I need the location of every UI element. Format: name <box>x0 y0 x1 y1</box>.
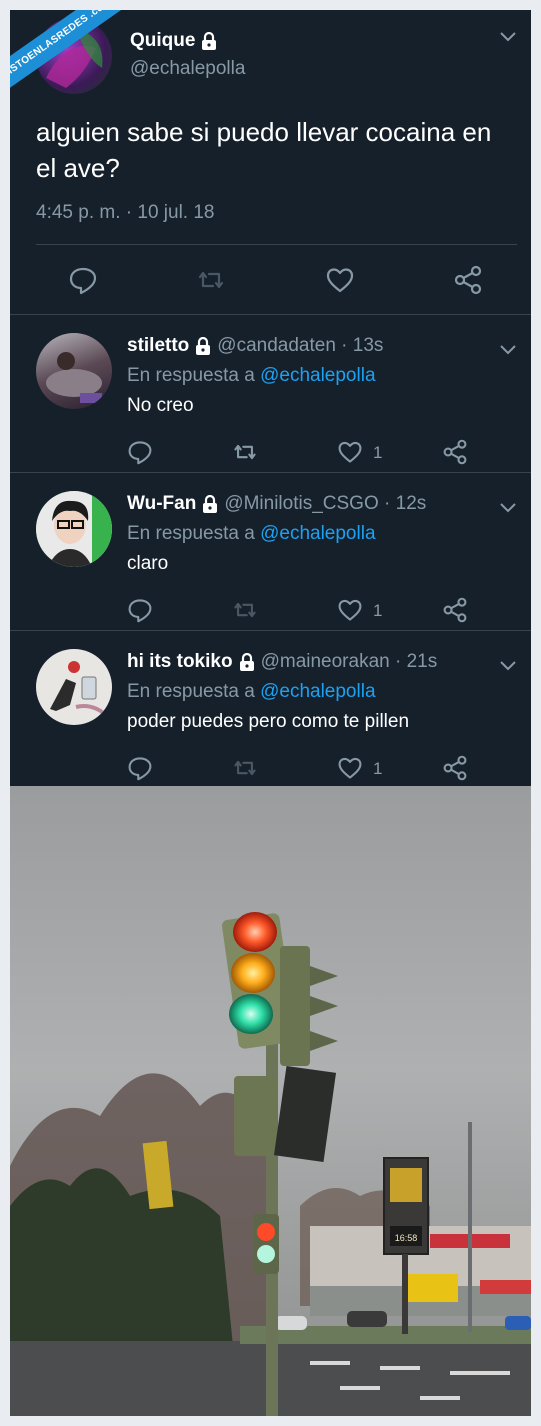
reply-text: claro <box>127 553 169 574</box>
mention-link[interactable]: @echalepolla <box>260 681 375 702</box>
in-reply-to: En respuesta a @echalepolla <box>127 365 376 387</box>
reply-icon[interactable] <box>127 597 153 623</box>
in-reply-prefix: En respuesta a <box>127 681 255 702</box>
retweet-icon[interactable] <box>232 597 258 623</box>
reply-text: No creo <box>127 395 194 416</box>
avatar[interactable] <box>36 649 112 725</box>
tweet-text: alguien sabe si puedo llevar cocaina en … <box>36 117 492 183</box>
avatar-image <box>36 491 112 567</box>
reply-header: stiletto @candadaten · 13s <box>127 335 383 357</box>
retweet-icon[interactable] <box>196 265 226 295</box>
display-name[interactable]: Wu-Fan <box>127 493 196 514</box>
in-reply-prefix: En respuesta a <box>127 523 255 544</box>
tweet-timestamp[interactable]: 4:45 p. m. · 10 jul. 18 <box>36 202 215 224</box>
display-name[interactable]: stiletto <box>127 335 189 356</box>
retweet-icon[interactable] <box>232 755 258 781</box>
in-reply-prefix: En respuesta a <box>127 365 255 386</box>
display-name[interactable]: Quique <box>130 30 217 52</box>
avatar[interactable] <box>36 333 112 409</box>
chevron-down-icon[interactable] <box>500 32 516 42</box>
in-reply-to: En respuesta a @echalepolla <box>127 681 376 703</box>
like-count: 1 <box>373 601 383 620</box>
reply-tweet: stiletto @candadaten · 13s En respuesta a… <box>10 315 531 472</box>
chevron-down-icon[interactable] <box>500 503 516 513</box>
user-handle[interactable]: @echalepolla <box>130 58 245 80</box>
like-count: 1 <box>373 759 383 778</box>
in-reply-to: En respuesta a @echalepolla <box>127 523 376 545</box>
chevron-down-icon[interactable] <box>500 345 516 355</box>
main-tweet: Quique @echalepolla alguien sabe si pued… <box>10 10 531 315</box>
reply-icon[interactable] <box>127 755 153 781</box>
lock-icon <box>202 31 217 50</box>
user-handle[interactable]: @Minilotis_CSGO · 12s <box>224 493 426 514</box>
like-count: 1 <box>373 443 383 462</box>
lamp-post <box>468 1122 472 1332</box>
retweet-icon[interactable] <box>232 439 258 465</box>
reply-text: poder puedes pero como te pillen <box>127 711 410 732</box>
chevron-down-icon[interactable] <box>500 661 516 671</box>
mention-link[interactable]: @echalepolla <box>260 523 375 544</box>
like-icon[interactable] <box>337 597 363 623</box>
reply-icon[interactable] <box>127 439 153 465</box>
divider <box>36 244 517 245</box>
share-icon[interactable] <box>442 439 468 465</box>
lock-icon <box>239 652 254 671</box>
like-icon[interactable] <box>325 265 355 295</box>
mention-link[interactable]: @echalepolla <box>260 365 375 386</box>
tweet-screenshot-frame: Quique @echalepolla alguien sabe si pued… <box>10 10 531 1416</box>
display-name-text: Quique <box>130 30 196 51</box>
user-handle[interactable]: @maineorakan · 21s <box>261 651 438 672</box>
reply-tweet: Wu-Fan @Minilotis_CSGO · 12s En respuesta… <box>10 473 531 630</box>
reply-header: Wu-Fan @Minilotis_CSGO · 12s <box>127 493 426 515</box>
reply-header: hi its tokiko @maineorakan · 21s <box>127 651 437 673</box>
traffic-light-photo: 16:58 <box>10 786 531 1416</box>
share-icon[interactable] <box>453 265 483 295</box>
share-icon[interactable] <box>442 755 468 781</box>
like-icon[interactable] <box>337 439 363 465</box>
like-icon[interactable] <box>337 755 363 781</box>
share-icon[interactable] <box>442 597 468 623</box>
sign-time: 16:58 <box>395 1233 418 1243</box>
reply-icon[interactable] <box>68 265 98 295</box>
user-handle[interactable]: @candadaten · 13s <box>217 335 383 356</box>
avatar-image <box>50 661 108 717</box>
avatar-image <box>46 352 102 403</box>
reply-tweet: hi its tokiko @maineorakan · 21s En respu… <box>10 631 531 788</box>
lock-icon <box>196 336 211 355</box>
lock-icon <box>203 494 218 513</box>
display-name[interactable]: hi its tokiko <box>127 651 233 672</box>
avatar[interactable] <box>36 491 112 567</box>
